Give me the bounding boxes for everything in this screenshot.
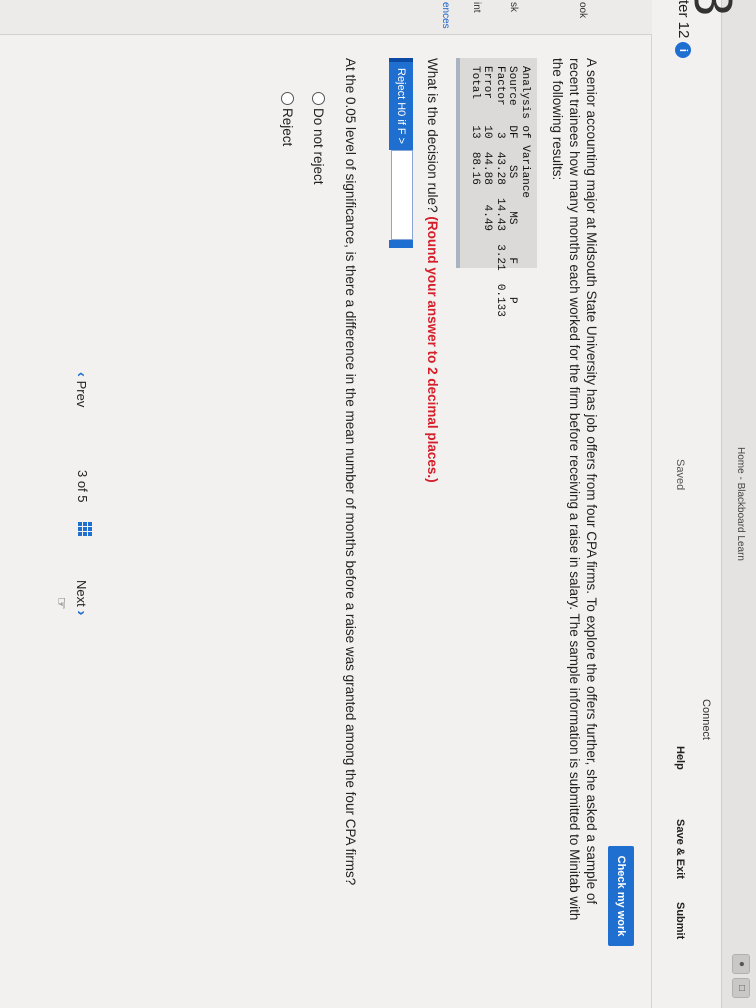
- decision-rule-question: What is the decision rule? (Round your a…: [426, 58, 441, 938]
- saved-status: Saved: [674, 459, 686, 491]
- prev-label: Prev: [74, 380, 89, 408]
- anova-factor-row: Factor 3 43.28 14.43 3.21 0.133: [494, 66, 506, 317]
- chevron-right-icon: ›: [73, 610, 90, 616]
- question-number: 3: [683, 0, 743, 17]
- next-label: Next: [74, 580, 89, 607]
- question-content: A senior accounting major at Midsouth St…: [281, 58, 601, 938]
- anova-total-row: Total 13 88.16: [469, 66, 481, 185]
- radio-reject[interactable]: [281, 92, 295, 105]
- anova-error-row: Error 10 44.88 4.49: [481, 66, 494, 232]
- check-my-work-button[interactable]: Check my work: [608, 846, 634, 946]
- question-prompt: A senior accounting major at Midsouth St…: [550, 58, 599, 921]
- chevron-left-icon: ‹: [73, 372, 90, 377]
- submit-button[interactable]: Submit: [674, 902, 686, 939]
- hand-cursor-icon: ☞: [54, 597, 70, 610]
- rail-item-references[interactable]: ences: [440, 2, 451, 29]
- footer-nav: ‹ Prev 3 of 5 Next › ☞: [44, 0, 104, 1008]
- page-indicator: 3 of 5: [75, 470, 90, 503]
- decision-rule-row: Reject H0 if F >: [389, 58, 414, 938]
- browser-tab-title: Home - Blackboard Learn: [735, 447, 746, 561]
- record-icon[interactable]: ●: [732, 954, 750, 974]
- app-header: ter 12i Saved Help Save & Exit Submit: [651, 0, 704, 1008]
- save-exit-button[interactable]: Save & Exit: [674, 819, 686, 879]
- anova-table: Analysis of Variance Source DF SS MS F P…: [456, 58, 537, 317]
- option-label: Reject: [280, 108, 296, 147]
- prev-button[interactable]: ‹ Prev: [73, 372, 90, 407]
- decision-rule-text: What is the decision rule?: [425, 58, 441, 213]
- grid-icon[interactable]: [78, 522, 92, 536]
- option-do-not-reject[interactable]: Do not reject: [312, 92, 327, 938]
- anova-title: Analysis of Variance: [519, 66, 531, 199]
- radio-do-not-reject[interactable]: [312, 92, 326, 105]
- rounding-instruction: (Round your answer to 2 decimal places.): [425, 216, 441, 483]
- browser-bar: Home - Blackboard Learn □ ●: [721, 0, 756, 1008]
- info-icon[interactable]: i: [674, 42, 691, 59]
- rail-item-ebook[interactable]: ook: [577, 2, 588, 18]
- rail-item-print[interactable]: int: [471, 2, 482, 13]
- help-button[interactable]: Help: [674, 746, 686, 770]
- anova-header-row: Source DF SS MS F P: [506, 66, 519, 304]
- screen: Home - Blackboard Learn □ ● Connect ter …: [0, 0, 756, 1008]
- option-label: Do not reject: [311, 108, 327, 185]
- next-button[interactable]: Next ›: [73, 580, 90, 615]
- window-control-icon[interactable]: □: [732, 978, 750, 998]
- input-tail: [389, 240, 414, 249]
- option-reject[interactable]: Reject: [281, 92, 296, 938]
- rail-item-ask[interactable]: sk: [508, 2, 519, 12]
- critical-value-input[interactable]: [391, 150, 414, 241]
- reject-h0-label: Reject H0 if F >: [389, 58, 414, 151]
- significance-question: At the 0.05 level of significance, is th…: [343, 58, 359, 886]
